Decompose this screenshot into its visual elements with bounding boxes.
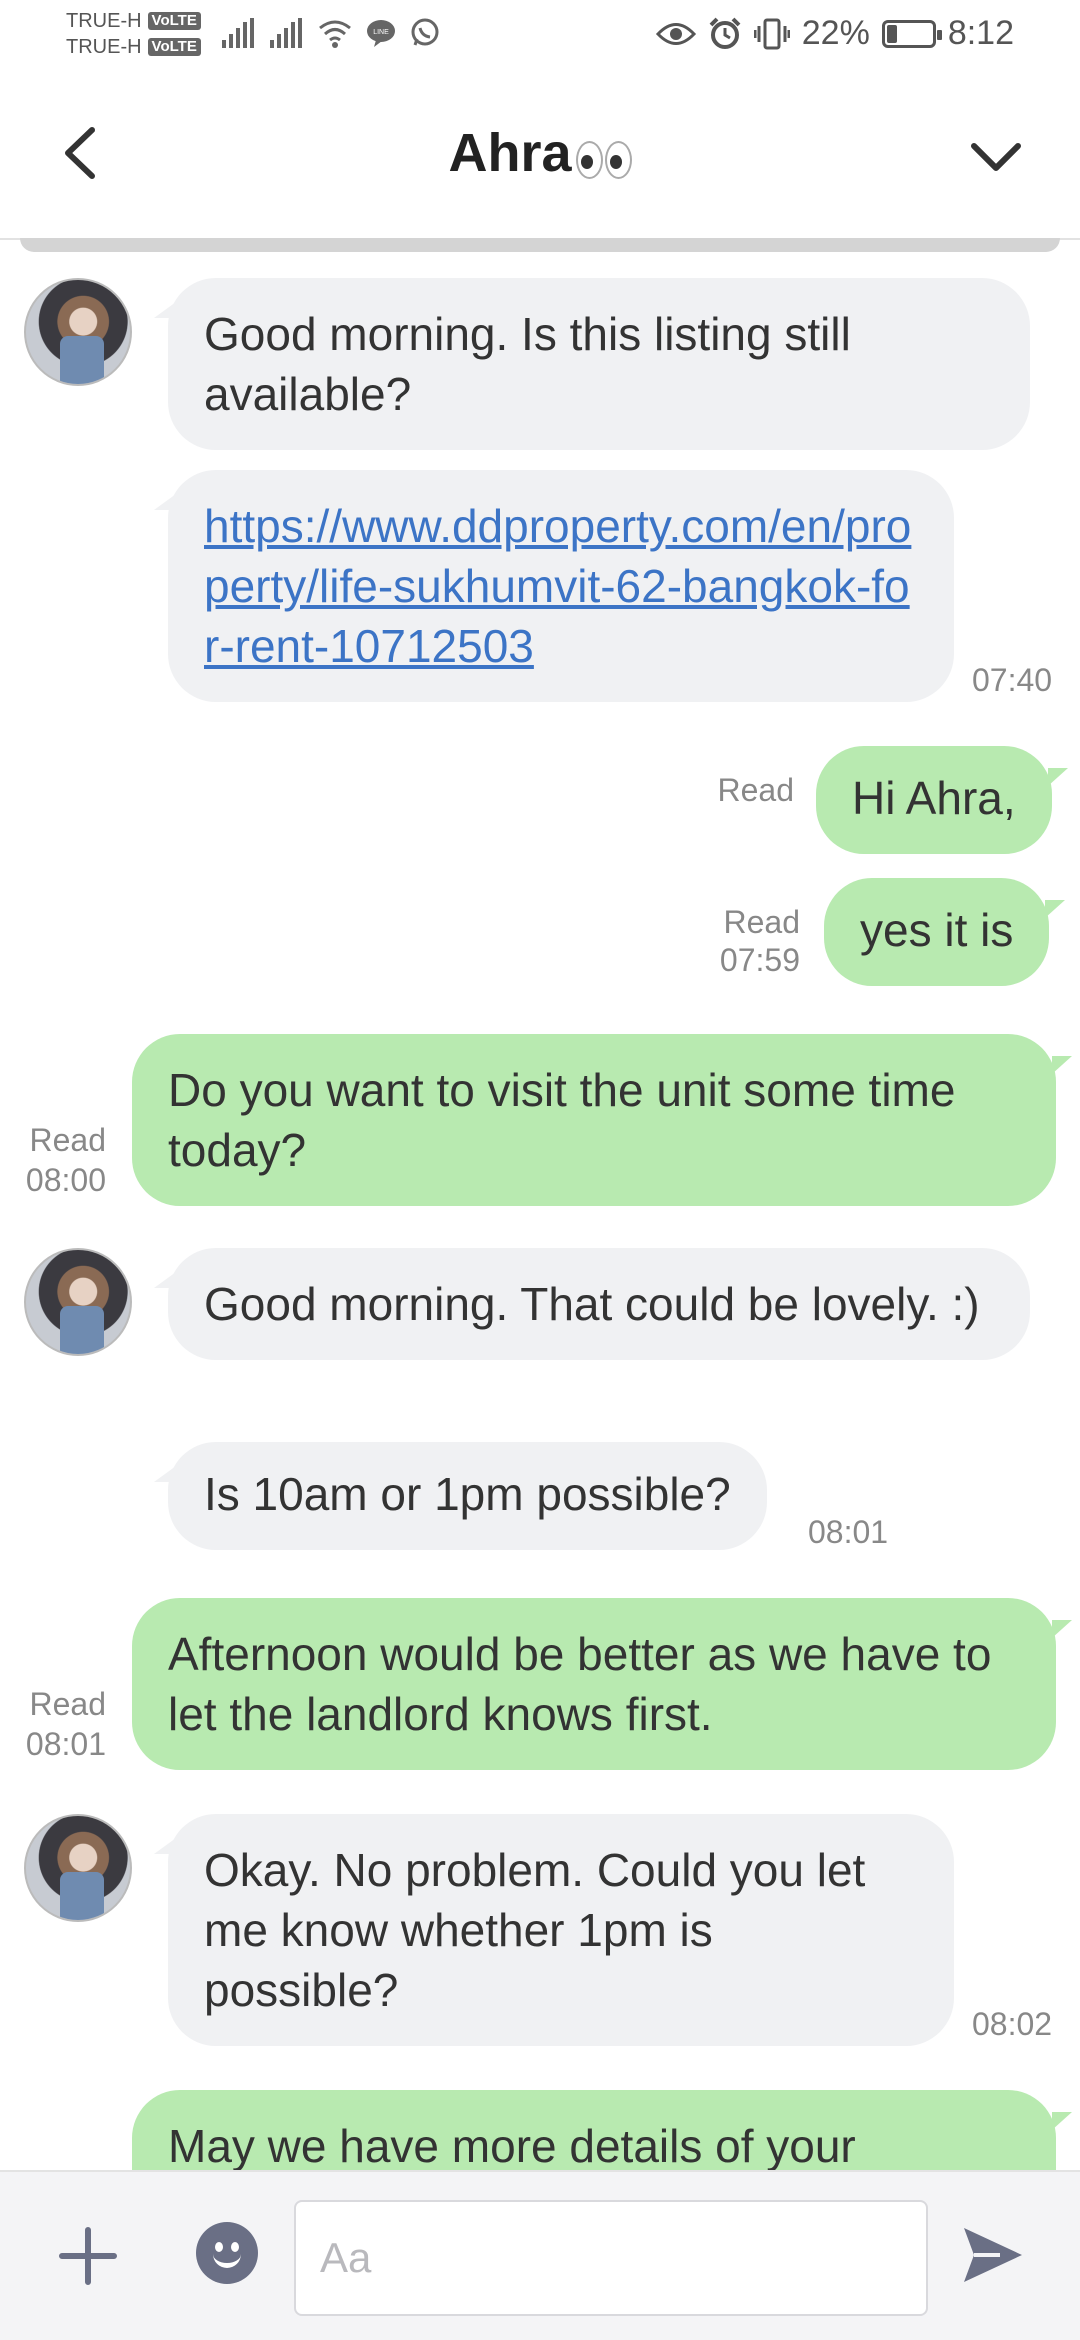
message-timestamp: 07:40 (972, 662, 1053, 698)
wifi-icon (319, 20, 351, 48)
send-icon (964, 2228, 1022, 2282)
read-receipt: Read (717, 772, 795, 808)
message-bubble-outgoing[interactable]: Afternoon would be better as we have to … (132, 1598, 1072, 1770)
network-icons: LINE (222, 18, 440, 48)
alarm-icon (709, 17, 741, 49)
message-input[interactable] (294, 2200, 928, 2316)
emoji-button[interactable] (196, 2222, 258, 2284)
message-bubble-incoming[interactable]: Good morning. That could be lovely. :) (154, 1248, 1030, 1360)
message-text: yes it is (860, 904, 1014, 956)
message-bubble-incoming[interactable]: https://www.ddproperty.com/en/property/l… (154, 470, 954, 702)
carrier-2-label: TRUE-H (66, 36, 142, 58)
collapse-menu-button[interactable] (966, 126, 1026, 186)
eye-icon (655, 22, 696, 45)
eyes-emoji (575, 141, 632, 179)
message-text: Okay. No problem. Could you let me know … (204, 1844, 866, 2016)
message-timestamp: 08:02 (972, 2006, 1053, 2042)
signal-icon (222, 18, 254, 48)
message-text: Hi Ahra, (852, 772, 1016, 824)
battery-level-fill (886, 24, 898, 43)
emoji-icon (213, 2254, 241, 2268)
send-button[interactable] (960, 2222, 1026, 2288)
message-bubble-incoming[interactable]: Is 10am or 1pm possible? (154, 1442, 767, 1550)
message-list[interactable]: Good morning. Is this listing still avai… (0, 240, 1080, 2170)
message-timestamp: 08:01 (25, 1726, 106, 1762)
chevron-down-icon (971, 143, 1021, 171)
contact-name: Ahra (448, 123, 572, 183)
chat-title: Ahra (0, 122, 1080, 184)
volte-badge: VoLTE (147, 12, 201, 30)
message-input-bar (0, 2170, 1080, 2340)
carrier-info: TRUE-H VoLTE TRUE-H VoLTE (66, 8, 201, 60)
message-text: Good morning. Is this listing still avai… (204, 308, 851, 420)
carrier-1-label: TRUE-H (66, 10, 142, 32)
system-status: 22% 8:12 (655, 14, 1014, 53)
plus-icon (59, 2227, 117, 2285)
battery-icon (881, 19, 942, 48)
message-timestamp: 08:00 (25, 1162, 106, 1198)
read-receipt: Read (723, 904, 801, 940)
message-text: Good morning. That could be lovely. :) (204, 1278, 980, 1330)
contact-avatar[interactable] (24, 278, 132, 386)
chat-header: Ahra (0, 76, 1080, 240)
message-bubble-outgoing[interactable]: yes it is (824, 878, 1066, 986)
message-bubble-outgoing[interactable]: May we have more details of your (132, 2090, 1072, 2170)
message-text: Is 10am or 1pm possible? (204, 1468, 731, 1520)
message-bubble-incoming[interactable]: Good morning. Is this listing still avai… (154, 278, 1030, 450)
read-receipt: Read (29, 1686, 107, 1722)
status-bar: TRUE-H VoLTE TRUE-H VoLTE LINE 22% 8:12 (0, 0, 1080, 76)
message-bubble-incoming[interactable]: Okay. No problem. Could you let me know … (154, 1814, 954, 2046)
message-text: May we have more details of your (168, 2120, 856, 2170)
message-timestamp: 08:01 (808, 1514, 889, 1550)
clock: 8:12 (947, 14, 1014, 52)
contact-avatar[interactable] (24, 1248, 132, 1356)
listing-link[interactable]: https://www.ddproperty.com/en/property/l… (204, 500, 911, 672)
whatsapp-icon (411, 18, 439, 46)
svg-text:LINE: LINE (373, 29, 389, 36)
message-text: Do you want to visit the unit some time … (168, 1064, 956, 1176)
message-text: Afternoon would be better as we have to … (168, 1628, 992, 1740)
contact-avatar[interactable] (24, 1814, 132, 1922)
message-bubble-outgoing[interactable]: Do you want to visit the unit some time … (132, 1034, 1072, 1206)
vibrate-icon (753, 18, 790, 49)
line-icon: LINE (367, 20, 395, 47)
message-bubble-outgoing[interactable]: Hi Ahra, (816, 746, 1068, 854)
battery-percent: 22% (801, 14, 870, 52)
signal-icon (270, 18, 302, 48)
read-receipt: Read (29, 1122, 107, 1158)
add-attachment-button[interactable] (56, 2224, 120, 2288)
message-timestamp: 07:59 (719, 942, 800, 978)
volte-badge: VoLTE (147, 38, 201, 56)
